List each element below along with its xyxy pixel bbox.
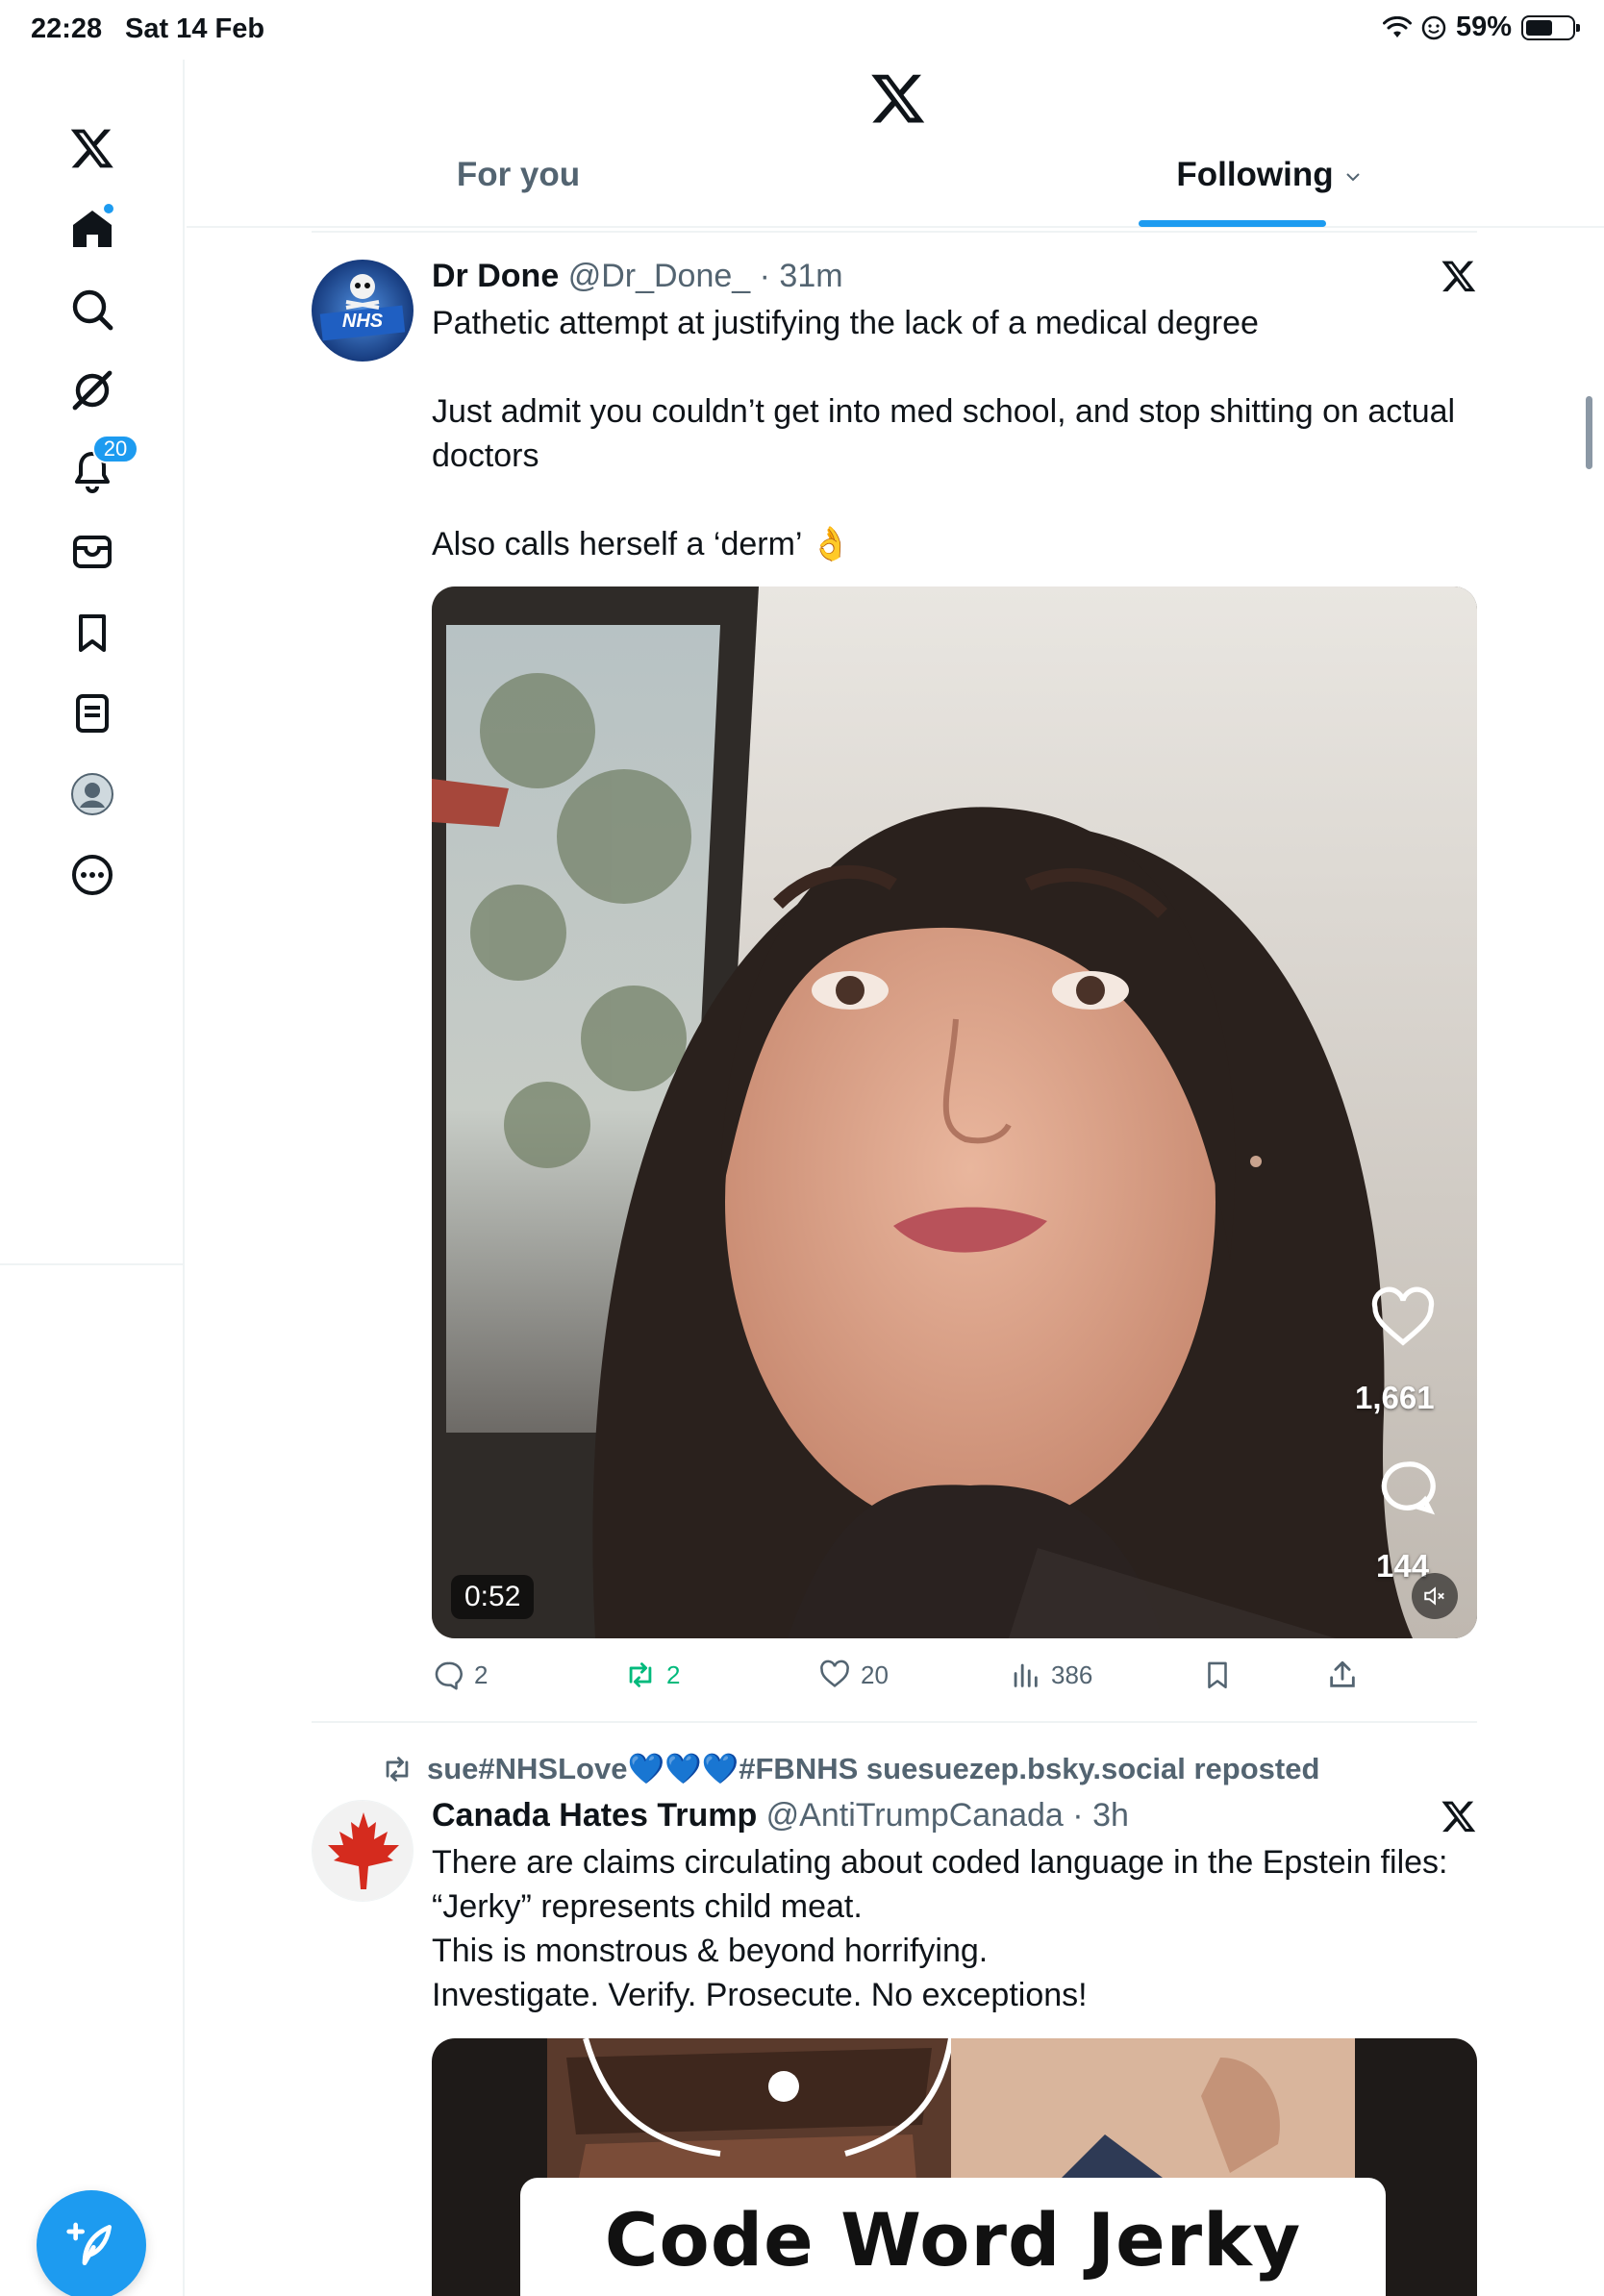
divider	[312, 1721, 1477, 1723]
chevron-down-icon[interactable]	[1343, 167, 1363, 187]
tab-following[interactable]: Following	[1125, 156, 1414, 228]
tweet-content: Dr Done @Dr_Done_ · 31m Pathetic attempt…	[432, 255, 1477, 566]
x-logo-icon[interactable]	[54, 110, 131, 187]
reply-icon	[435, 1661, 463, 1690]
tweet-text: Pathetic attempt at justifying the lack …	[432, 301, 1477, 566]
author-handle[interactable]: @AntiTrumpCanada	[766, 1797, 1064, 1834]
avatar[interactable]	[312, 1800, 414, 1902]
tweet-video[interactable]: 1,661 144 0:52	[432, 586, 1477, 1638]
search-icon[interactable]	[54, 271, 131, 348]
heart-icon	[820, 1660, 849, 1687]
repost-icon	[386, 1756, 409, 1782]
battery-icon	[1521, 14, 1580, 40]
like-button[interactable]: 20	[818, 1659, 889, 1691]
share-icon	[1330, 1660, 1355, 1687]
author-handle[interactable]: @Dr_Done_	[568, 258, 751, 294]
video-frame	[432, 586, 1477, 1638]
video-duration: 0:52	[451, 1575, 535, 1619]
tweet-content: Canada Hates Trump @AntiTrumpCanada · 3h…	[432, 1794, 1477, 2017]
image-caption: Code Word Jerky	[604, 2197, 1302, 2283]
tab-label: Following	[1176, 156, 1334, 193]
bookmark-button[interactable]	[1201, 1659, 1234, 1691]
repost-context[interactable]: sue#NHSLove💙💙💙#FBNHS suesuezep.bsky.soci…	[381, 1751, 1319, 1786]
tab-label: For you	[456, 156, 581, 193]
sidebar-divider	[0, 1263, 185, 1265]
like-count: 20	[861, 1660, 889, 1689]
views-count: 386	[1051, 1660, 1093, 1689]
tweet-text-line: Pathetic attempt at justifying the lack …	[432, 305, 1259, 341]
repost-count: 2	[666, 1660, 681, 1689]
author-name[interactable]: Canada Hates Trump	[432, 1797, 757, 1834]
active-tab-indicator	[1139, 220, 1326, 227]
messages-icon[interactable]	[54, 513, 131, 590]
mute-button[interactable]	[1412, 1573, 1458, 1619]
bookmark-icon	[1208, 1661, 1227, 1689]
grok-icon[interactable]	[54, 352, 131, 429]
repost-icon	[629, 1662, 652, 1687]
views-button[interactable]: 386	[1009, 1659, 1092, 1691]
svg-text:NHS: NHS	[342, 311, 384, 332]
feather-plus-icon	[66, 2222, 112, 2265]
video-like-icon	[1371, 1286, 1435, 1346]
tweet-text-line: Investigate. Verify. Prosecute. No excep…	[432, 1977, 1088, 2013]
reply-button[interactable]: 2	[432, 1659, 488, 1691]
tweet-header: Canada Hates Trump @AntiTrumpCanada · 3h	[432, 1794, 1477, 1836]
tweet-actions: 2 2 20 386	[432, 1659, 1477, 1707]
status-indicators: 59%	[1382, 12, 1580, 43]
lists-icon[interactable]	[54, 675, 131, 752]
notifications-icon[interactable]: 20	[54, 433, 138, 510]
avatar[interactable]: NHS	[312, 260, 414, 362]
status-bar: 22:28 Sat 14 Feb 59%	[0, 0, 1604, 60]
tweet-header: Dr Done @Dr_Done_ · 31m	[432, 255, 1477, 297]
analytics-icon	[1014, 1663, 1038, 1687]
tweet-text: There are claims circulating about coded…	[432, 1840, 1477, 2017]
tweet-text-line: “Jerky” represents child meat.	[432, 1888, 863, 1925]
timeline-header: For you Following	[187, 60, 1604, 228]
status-time: 22:28	[31, 13, 103, 44]
scrollbar[interactable]	[1586, 396, 1592, 469]
status-date: Sat 14 Feb	[125, 13, 265, 44]
tweet-text-line: This is monstrous & beyond horrifying.	[432, 1933, 989, 1969]
bookmarks-icon[interactable]	[54, 594, 131, 671]
video-like-count: 1,661	[1355, 1380, 1435, 1415]
tweet-text-line: doctors	[432, 437, 539, 474]
home-unread-dot	[102, 202, 115, 215]
reply-count: 2	[474, 1660, 489, 1689]
tweet-time[interactable]: · 31m	[760, 258, 843, 294]
x-logo-icon[interactable]	[1441, 258, 1477, 294]
video-comment-icon	[1381, 1461, 1436, 1515]
focus-icon	[1421, 15, 1446, 39]
x-logo-icon[interactable]	[1441, 1798, 1477, 1834]
repost-context-text: sue#NHSLove💙💙💙#FBNHS suesuezep.bsky.soci…	[427, 1752, 1320, 1785]
x-logo-icon	[871, 74, 925, 123]
wifi-icon	[1382, 15, 1412, 37]
more-icon[interactable]	[54, 836, 131, 913]
sidebar: 20	[0, 60, 185, 2296]
repost-button[interactable]: 2	[624, 1659, 680, 1691]
notifications-badge: 20	[92, 435, 138, 463]
tab-for-you[interactable]: For you	[398, 156, 639, 228]
compose-button[interactable]	[37, 2190, 146, 2296]
share-button[interactable]	[1326, 1659, 1359, 1691]
speaker-muted-icon	[1424, 1586, 1444, 1606]
profile-avatar[interactable]	[54, 756, 131, 833]
tweet-time[interactable]: · 3h	[1072, 1797, 1129, 1834]
tweet-image[interactable]: Code Word Jerky	[432, 2038, 1477, 2296]
home-icon[interactable]	[54, 190, 131, 267]
battery-percent: 59%	[1455, 12, 1512, 42]
divider	[312, 231, 1477, 233]
author-name[interactable]: Dr Done	[432, 258, 559, 294]
tweet-text-line: Also calls herself a ‘derm’ 👌	[432, 526, 851, 562]
image-caption-box: Code Word Jerky	[520, 2178, 1386, 2296]
tweet-text-line: Just admit you couldn’t get into med sch…	[432, 393, 1456, 430]
tweet-text-line: There are claims circulating about coded…	[432, 1844, 1448, 1881]
